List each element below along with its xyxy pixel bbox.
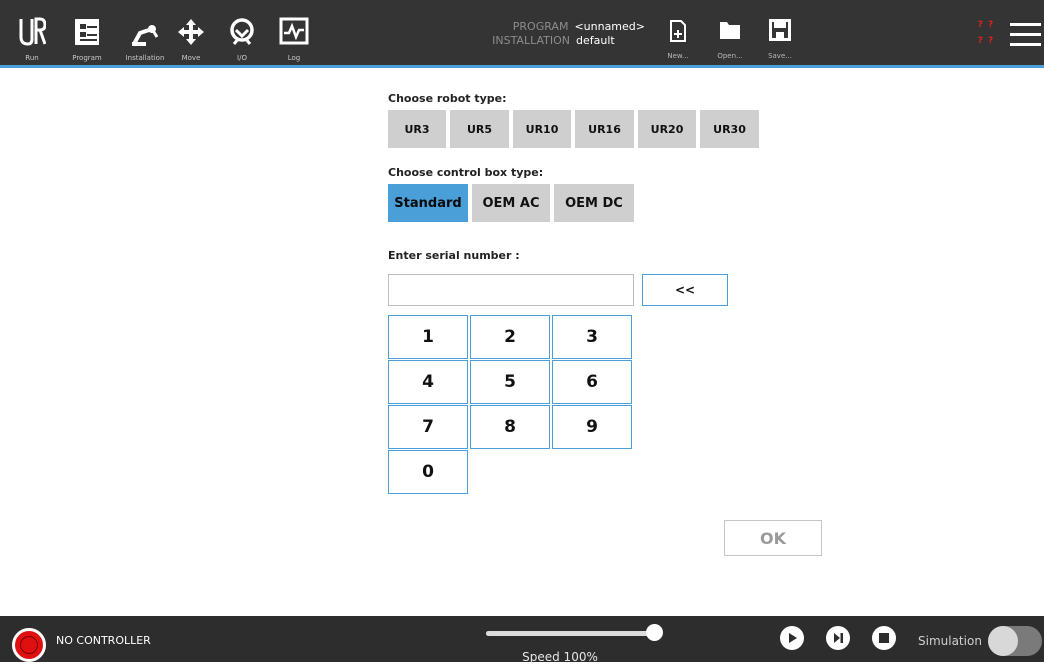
- keypad-key-6[interactable]: 6: [552, 360, 632, 404]
- io-icon: [230, 18, 254, 45]
- warning-indicator-top[interactable]: ? ?: [975, 20, 997, 30]
- program-name: <unnamed>: [574, 20, 645, 33]
- nav-log-label: Log: [287, 54, 301, 62]
- new-button[interactable]: New...: [654, 0, 702, 65]
- program-info: PROGRAM <unnamed> INSTALLATION default: [440, 20, 645, 48]
- warning-indicator-bottom[interactable]: ? ?: [975, 36, 997, 46]
- top-toolbar: Run Program Installation Move I/O Log PR…: [0, 0, 1044, 68]
- robot-type-ur5-button[interactable]: UR5: [450, 110, 509, 148]
- nav-move-label: Move: [181, 54, 201, 62]
- step-button[interactable]: [826, 626, 850, 650]
- keypad-key-1[interactable]: 1: [388, 315, 468, 359]
- control-box-label: Choose control box type:: [388, 166, 544, 179]
- robot-type-label: Choose robot type:: [388, 92, 507, 105]
- save-button[interactable]: Save...: [756, 0, 804, 65]
- log-icon: [279, 17, 309, 45]
- speed-slider-fill: [486, 631, 656, 636]
- keypad-key-9[interactable]: 9: [552, 405, 632, 449]
- nav-run-label: Run: [25, 54, 39, 62]
- play-button[interactable]: [780, 626, 804, 650]
- keypad-key-5[interactable]: 5: [470, 360, 550, 404]
- new-file-icon: [670, 20, 686, 42]
- speed-slider-knob[interactable]: [646, 624, 663, 641]
- ok-button[interactable]: OK: [724, 520, 822, 556]
- open-folder-icon: [720, 22, 740, 39]
- simulation-toggle-knob: [988, 626, 1018, 656]
- stop-button[interactable]: [872, 626, 896, 650]
- keypad-key-7[interactable]: 7: [388, 405, 468, 449]
- new-label: New...: [667, 52, 689, 60]
- keypad-key-8[interactable]: 8: [470, 405, 550, 449]
- keypad-key-2[interactable]: 2: [470, 315, 550, 359]
- nav-run-button[interactable]: Run: [3, 0, 61, 65]
- program-icon: [75, 19, 99, 45]
- keypad-key-3[interactable]: 3: [552, 315, 632, 359]
- control-box-oem-ac-button[interactable]: OEM AC: [472, 184, 550, 222]
- step-forward-icon: [834, 633, 843, 643]
- serial-number-input[interactable]: [388, 274, 634, 306]
- installation-name: default: [576, 34, 615, 47]
- move-arrows-icon: [178, 19, 204, 45]
- save-label: Save...: [768, 52, 792, 60]
- robot-arm-icon: [132, 25, 159, 46]
- play-icon: [789, 633, 797, 643]
- robot-type-ur30-button[interactable]: UR30: [700, 110, 759, 148]
- robot-type-ur20-button[interactable]: UR20: [638, 110, 696, 148]
- bottom-status-bar: NO CONTROLLER Speed 100% Simulation: [0, 616, 1044, 664]
- simulation-toggle[interactable]: [988, 626, 1042, 656]
- hamburger-menu-icon[interactable]: [1010, 22, 1044, 50]
- open-button[interactable]: Open...: [706, 0, 754, 65]
- keypad-key-0[interactable]: 0: [388, 450, 468, 494]
- nav-io-label: I/O: [237, 54, 247, 62]
- power-icon[interactable]: [12, 628, 46, 662]
- keypad-key-4[interactable]: 4: [388, 360, 468, 404]
- controller-status: NO CONTROLLER: [56, 634, 151, 647]
- speed-slider[interactable]: [486, 631, 656, 636]
- nav-move-button[interactable]: Move: [162, 0, 220, 65]
- save-icon: [769, 19, 791, 41]
- nav-program-label: Program: [72, 54, 102, 62]
- backspace-button[interactable]: <<: [642, 274, 728, 306]
- simulation-label: Simulation: [918, 634, 982, 648]
- program-key: PROGRAM: [512, 20, 569, 33]
- stop-icon: [879, 633, 889, 643]
- nav-program-button[interactable]: Program: [58, 0, 116, 65]
- serial-number-label: Enter serial number :: [388, 249, 520, 262]
- control-box-oem-dc-button[interactable]: OEM DC: [554, 184, 634, 222]
- ur-logo-icon: [19, 17, 46, 46]
- robot-type-ur3-button[interactable]: UR3: [388, 110, 446, 148]
- robot-type-ur10-button[interactable]: UR10: [513, 110, 571, 148]
- control-box-standard-button[interactable]: Standard: [388, 184, 468, 222]
- nav-io-button[interactable]: I/O: [213, 0, 271, 65]
- installation-key: INSTALLATION: [492, 34, 570, 47]
- nav-log-button[interactable]: Log: [265, 0, 323, 65]
- open-label: Open...: [717, 52, 743, 60]
- robot-type-ur16-button[interactable]: UR16: [575, 110, 634, 148]
